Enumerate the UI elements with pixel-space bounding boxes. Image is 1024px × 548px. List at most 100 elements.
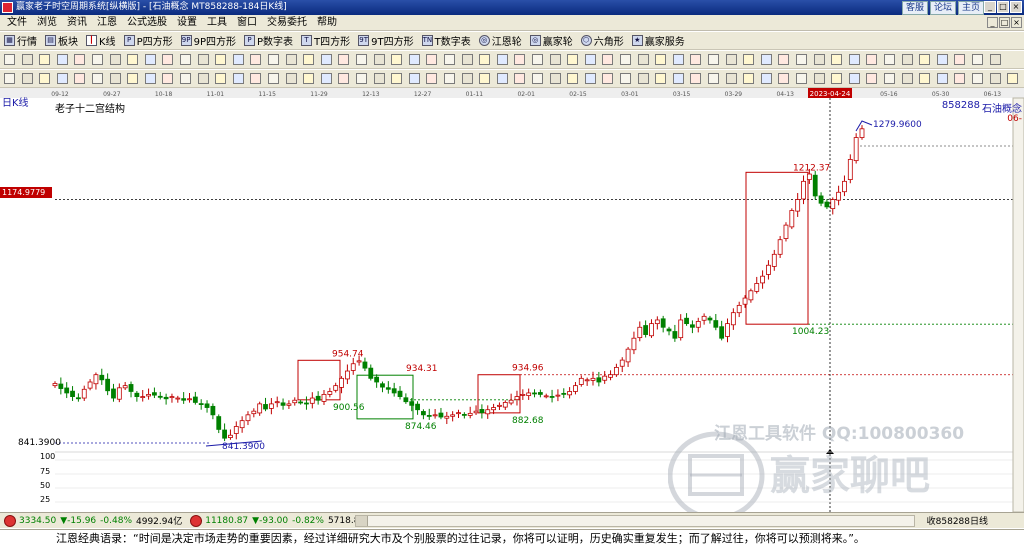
tool-icon[interactable] [602, 54, 614, 65]
tool-icon[interactable] [232, 54, 244, 65]
toolbar-p-table-button[interactable]: P P数字表 [244, 33, 293, 48]
tool-icon[interactable] [708, 73, 719, 84]
mdi-restore-button[interactable]: □ [999, 17, 1010, 28]
tool-icon[interactable] [743, 54, 755, 65]
tool-icon[interactable] [972, 73, 983, 84]
link-forum[interactable]: 论坛 [929, 1, 956, 15]
tool-icon[interactable] [180, 54, 191, 65]
menu-info[interactable]: 资讯 [62, 16, 92, 30]
tool-icon[interactable] [831, 73, 843, 84]
tool-icon[interactable] [479, 54, 491, 65]
tool-icon[interactable] [708, 54, 719, 65]
scroll-thumb[interactable] [356, 516, 368, 526]
tool-icon[interactable] [444, 73, 455, 84]
tool-icon[interactable] [725, 73, 737, 84]
tool-icon[interactable] [461, 73, 473, 84]
tool-icon[interactable] [391, 73, 403, 84]
tool-icon[interactable] [4, 73, 15, 84]
tool-icon[interactable] [936, 54, 948, 65]
menu-tools[interactable]: 工具 [202, 16, 232, 30]
tool-icon[interactable] [268, 54, 279, 65]
tool-icon[interactable] [356, 73, 367, 84]
tool-icon[interactable] [760, 73, 772, 84]
tool-icon[interactable] [672, 73, 684, 84]
tool-icon[interactable] [690, 73, 702, 84]
tool-icon[interactable] [884, 54, 895, 65]
tool-icon[interactable] [4, 54, 15, 65]
menu-file[interactable]: 文件 [2, 16, 32, 30]
mdi-minimize-button[interactable]: _ [987, 17, 998, 28]
tool-icon[interactable] [338, 73, 350, 84]
toolbar-gann-wheel-button[interactable]: ◎ 江恩轮 [478, 33, 522, 48]
tool-icon[interactable] [848, 54, 860, 65]
tool-icon[interactable] [496, 54, 508, 65]
link-service[interactable]: 客服 [901, 1, 928, 15]
tool-icon[interactable] [884, 73, 895, 84]
tool-icon[interactable] [426, 73, 438, 84]
menu-gann[interactable]: 江恩 [92, 16, 122, 30]
menu-window[interactable]: 窗口 [232, 16, 262, 30]
tool-icon[interactable] [338, 54, 350, 65]
tool-icon[interactable] [602, 73, 614, 84]
tool-icon[interactable] [532, 73, 543, 84]
tool-icon[interactable] [760, 54, 772, 65]
menu-settings[interactable]: 设置 [172, 16, 202, 30]
tool-icon[interactable] [848, 73, 860, 84]
tool-icon[interactable] [39, 54, 51, 65]
toolbar-kline-button[interactable]: ┃ K线 [86, 33, 116, 48]
tool-icon[interactable] [250, 73, 262, 84]
menu-formula[interactable]: 公式选股 [122, 16, 172, 30]
tool-icon[interactable] [180, 73, 191, 84]
tool-icon[interactable] [954, 73, 966, 84]
tool-icon[interactable] [479, 73, 491, 84]
tool-icon[interactable] [268, 73, 279, 84]
tool-icon[interactable] [549, 54, 561, 65]
tool-icon[interactable] [637, 73, 649, 84]
tool-icon[interactable] [637, 54, 649, 65]
tool-icon[interactable] [567, 54, 579, 65]
tool-icon[interactable] [796, 73, 807, 84]
tool-icon[interactable] [92, 54, 103, 65]
toolbar-t-square-button[interactable]: T T四方形 [301, 33, 350, 48]
menu-browse[interactable]: 浏览 [32, 16, 62, 30]
menu-help[interactable]: 帮助 [312, 16, 342, 30]
tool-icon[interactable] [584, 73, 596, 84]
tool-icon[interactable] [127, 73, 139, 84]
tool-icon[interactable] [584, 54, 596, 65]
menu-trade[interactable]: 交易委托 [262, 16, 312, 30]
tool-icon[interactable] [74, 54, 86, 65]
tool-icon[interactable] [672, 54, 684, 65]
tool-icon[interactable] [954, 54, 966, 65]
tool-icon[interactable] [21, 73, 33, 84]
tool-icon[interactable] [285, 73, 297, 84]
tool-icon[interactable] [743, 73, 755, 84]
tool-icon[interactable] [92, 73, 103, 84]
tool-icon[interactable] [39, 73, 51, 84]
tool-icon[interactable] [514, 54, 526, 65]
toolbar-service-button[interactable]: ★ 赢家服务 [631, 33, 685, 48]
tool-icon[interactable] [549, 73, 561, 84]
tool-icon[interactable] [197, 73, 209, 84]
tool-icon[interactable] [620, 54, 631, 65]
tool-icon[interactable] [285, 54, 297, 65]
tool-icon[interactable] [866, 54, 878, 65]
toolbar-quotes-button[interactable]: ▦ 行情 [4, 33, 37, 48]
tool-icon[interactable] [21, 54, 33, 65]
tool-icon[interactable] [127, 54, 139, 65]
tool-icon[interactable] [725, 54, 737, 65]
tool-icon[interactable] [690, 54, 702, 65]
tool-icon[interactable] [426, 54, 438, 65]
toolbar-t-table-button[interactable]: TN T数字表 [421, 33, 471, 48]
tool-icon[interactable] [356, 54, 367, 65]
tool-icon[interactable] [655, 54, 667, 65]
tool-icon[interactable] [989, 54, 1001, 65]
tool-icon[interactable] [408, 73, 420, 84]
tool-icon[interactable] [778, 54, 790, 65]
tool-icon[interactable] [444, 54, 455, 65]
tool-icon[interactable] [144, 73, 156, 84]
close-button[interactable]: × [1010, 1, 1022, 13]
mdi-close-button[interactable]: × [1011, 17, 1022, 28]
tool-icon[interactable] [796, 54, 807, 65]
tool-icon[interactable] [655, 73, 667, 84]
tool-icon[interactable] [144, 54, 156, 65]
